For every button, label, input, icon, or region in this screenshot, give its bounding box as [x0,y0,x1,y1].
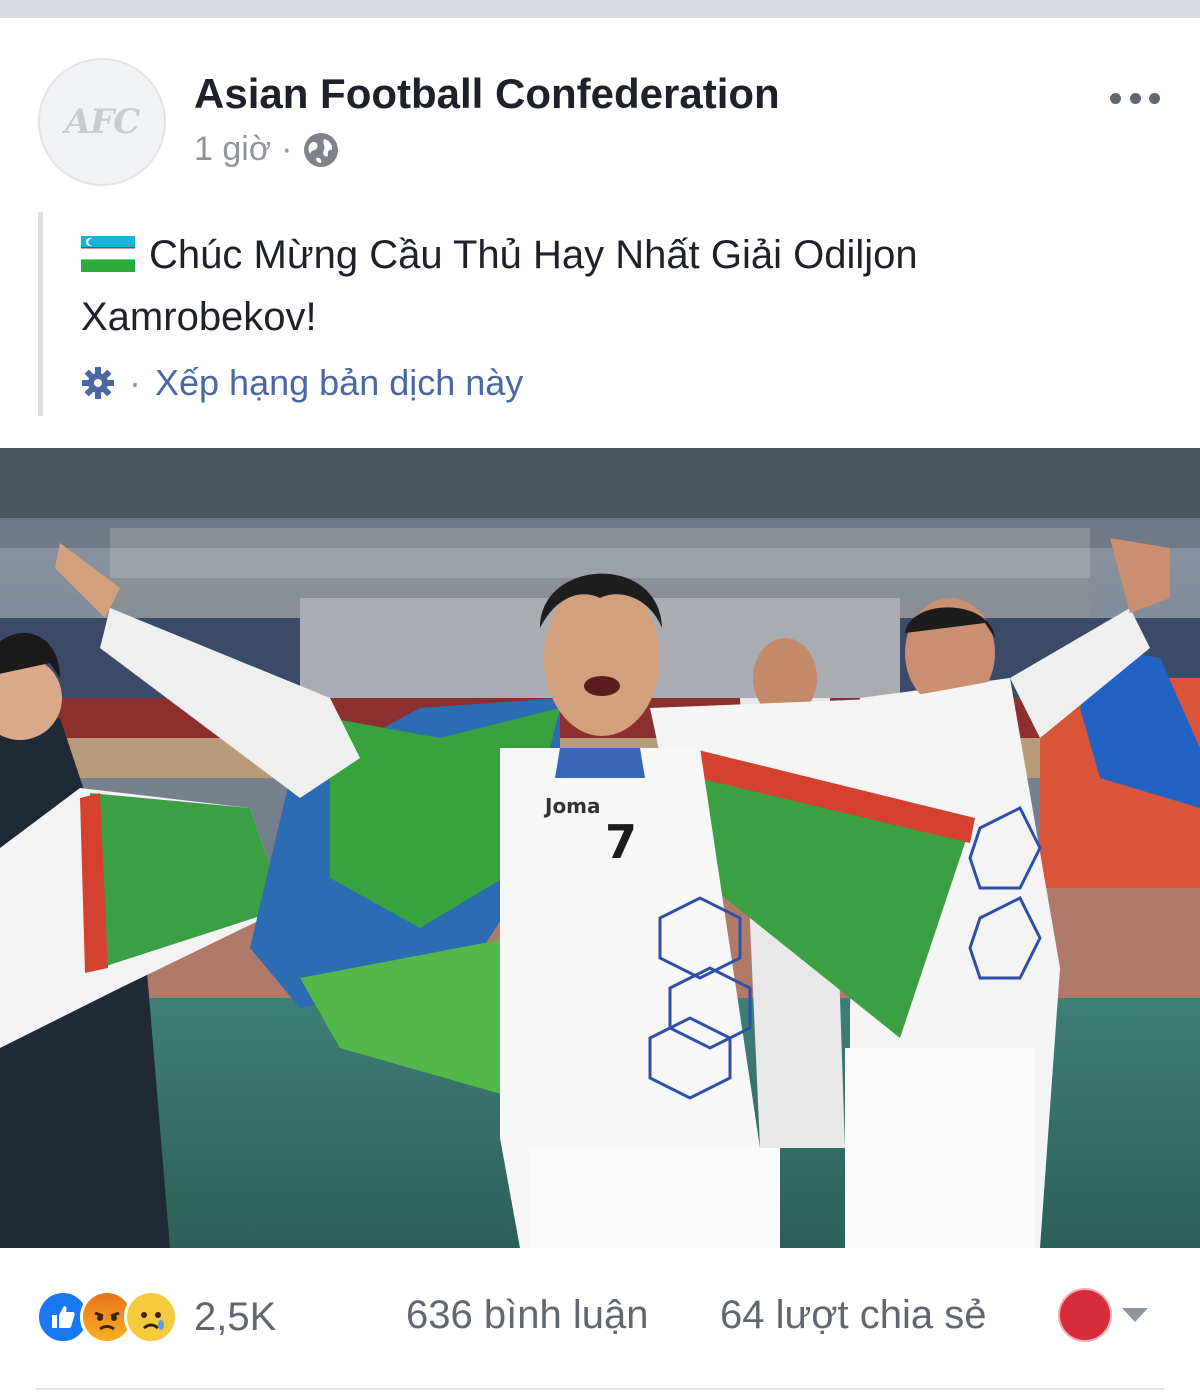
footer-divider [36,1388,1164,1390]
globe-icon [304,132,339,167]
page-name-link[interactable]: Asian Football Confederation [194,70,780,118]
translation-separator: · [129,362,141,403]
translation-row: · Xếp hạng bản dịch này [81,362,523,404]
comments-count-link[interactable]: 636 bình luận [406,1293,648,1338]
top-band [0,0,1200,18]
meta-separator: · [281,130,293,168]
post-header: AFC Asian Football Confederation 1 giờ · [0,18,1200,208]
sad-icon [124,1290,178,1344]
jersey-brand: Joma [543,794,601,818]
post-text-container: Chúc Mừng Cầu Thủ Hay Nhất Giải Odiljon … [81,224,1121,348]
viewer-avatar[interactable] [1058,1288,1112,1342]
gear-icon[interactable] [81,366,115,400]
post-footer: 2,5K 636 bình luận 64 lượt chia sẻ [0,1248,1200,1396]
afc-logo: AFC [64,102,141,142]
rate-translation-link[interactable]: Xếp hạng bản dịch này [155,362,523,404]
reactions-summary[interactable]: 2,5K [36,1290,276,1344]
uzbekistan-flag-icon [81,236,135,272]
post-text: Chúc Mừng Cầu Thủ Hay Nhất Giải Odiljon … [81,233,918,339]
more-icon[interactable] [1110,84,1160,112]
reaction-count: 2,5K [194,1294,277,1339]
shares-count-link[interactable]: 64 lượt chia sẻ [720,1293,986,1338]
jersey-number-main: 7 [605,815,637,869]
post-timestamp[interactable]: 1 giờ [194,130,271,169]
celebration-photo-illustration: 6 7 Joma [0,448,1200,1248]
post-photo[interactable]: 6 7 Joma [0,448,1200,1248]
post-meta: 1 giờ · [194,130,340,169]
page-avatar[interactable]: AFC [38,58,166,186]
translated-text-block: Chúc Mừng Cầu Thủ Hay Nhất Giải Odiljon … [38,212,1138,416]
caret-down-icon[interactable] [1122,1308,1148,1322]
